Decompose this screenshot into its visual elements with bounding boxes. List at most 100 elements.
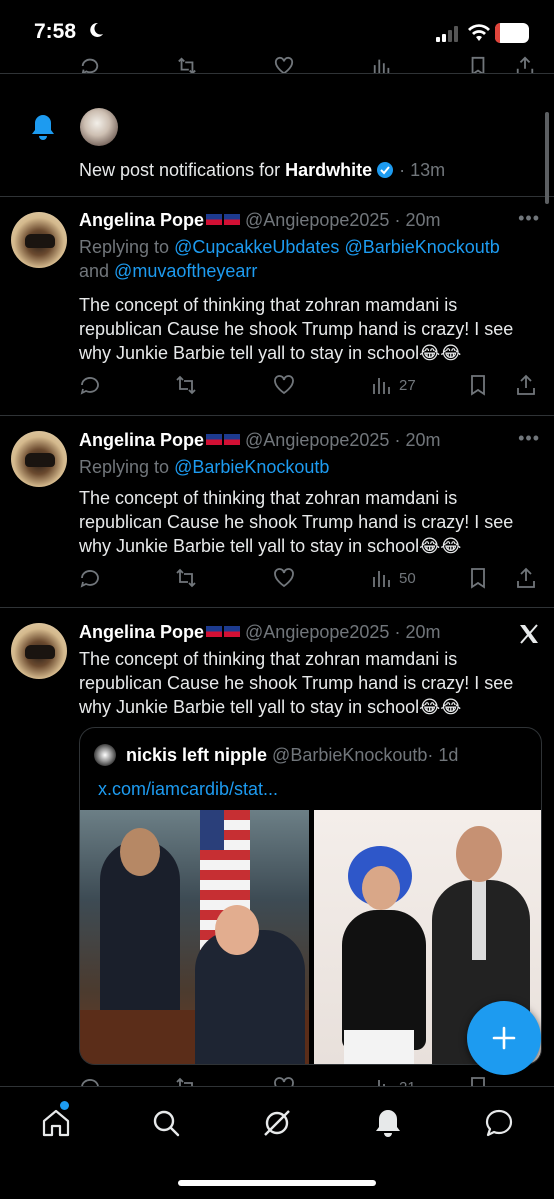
avatar[interactable] <box>11 212 67 268</box>
repost-icon <box>176 568 196 588</box>
photo-person-shirt <box>472 880 486 960</box>
flag-icon <box>206 626 223 637</box>
bell-icon <box>376 1110 400 1137</box>
reply-icon[interactable] <box>80 56 100 74</box>
share-icon[interactable] <box>515 56 535 74</box>
like-button[interactable] <box>273 1076 295 1086</box>
reply-button[interactable] <box>79 1076 101 1086</box>
repost-button[interactable] <box>175 1076 197 1086</box>
replying-to: Replying to @CupcakkeUbdates @BarbieKnoc… <box>79 235 539 283</box>
compose-post-button[interactable] <box>467 1001 541 1075</box>
notification-prefix: New post notifications for <box>79 160 286 180</box>
quote-link[interactable]: x.com/iamcardib/stat... <box>98 779 278 800</box>
reply-icon <box>81 1079 99 1086</box>
previous-tweet-actions <box>0 48 554 74</box>
replying-to: Replying to @BarbieKnockoutb <box>79 455 539 479</box>
tab-search[interactable] <box>150 1107 182 1139</box>
repost-button[interactable] <box>175 567 197 589</box>
photo-person-head <box>215 905 259 955</box>
mention-link[interactable]: @BarbieKnockoutb <box>174 457 329 477</box>
notification-avatar[interactable] <box>80 108 118 146</box>
photo-person <box>195 930 305 1064</box>
notification-account-name[interactable]: Hardwhite <box>285 160 372 180</box>
views-button[interactable]: 50 <box>371 567 416 589</box>
tweet-actions: 27 <box>79 374 539 398</box>
author-name[interactable]: Angelina Pope <box>79 430 204 450</box>
bookmark-icon <box>471 568 485 589</box>
more-options-icon[interactable]: ••• <box>518 428 540 449</box>
author-handle[interactable]: @Angiepope2025 <box>245 430 389 450</box>
views-count: 50 <box>399 569 416 587</box>
repost-icon[interactable] <box>176 56 198 74</box>
like-button[interactable] <box>273 374 295 396</box>
quote-author-name[interactable]: nickis left nipple <box>126 745 267 765</box>
share-button[interactable] <box>515 374 537 396</box>
tweet-header: Angelina Pope @Angiepope2025 · 20m <box>79 430 440 451</box>
like-button[interactable] <box>273 567 295 589</box>
quote-author-handle[interactable]: @BarbieKnockoutb <box>272 745 427 765</box>
tab-home[interactable] <box>40 1107 72 1139</box>
wifi-icon <box>468 24 490 41</box>
divider <box>0 607 554 608</box>
more-options-icon[interactable]: ••• <box>518 208 540 229</box>
flag-icon <box>224 214 241 225</box>
bell-icon <box>32 115 54 140</box>
avatar[interactable] <box>11 623 67 679</box>
tweet-actions: 50 <box>79 567 539 591</box>
like-icon <box>274 1077 294 1086</box>
tweet-header: Angelina Pope @Angiepope2025 · 20m <box>79 210 440 231</box>
notification-time: · 13m <box>399 160 446 180</box>
quote-photo-left[interactable] <box>80 810 309 1064</box>
battery-indicator: 16 <box>495 23 529 43</box>
share-icon <box>517 567 535 588</box>
share-button[interactable] <box>515 567 537 589</box>
plus-icon <box>492 1026 516 1050</box>
photo-person-head <box>362 866 400 910</box>
search-icon <box>153 1110 180 1137</box>
avatar[interactable] <box>11 431 67 487</box>
tab-notifications[interactable] <box>372 1107 404 1139</box>
reply-button[interactable] <box>79 567 101 589</box>
battery-fill <box>495 23 501 43</box>
author-name[interactable]: Angelina Pope <box>79 210 204 230</box>
flag-icon <box>206 214 223 225</box>
scrollbar[interactable] <box>545 112 549 204</box>
tab-messages[interactable] <box>483 1107 515 1139</box>
tweet-text: The concept of thinking that zohran mamd… <box>79 295 514 363</box>
mention-link[interactable]: @BarbieKnockoutb <box>344 237 499 257</box>
mention-link[interactable]: @muvaoftheyearr <box>114 261 257 281</box>
bookmark-icon[interactable] <box>468 56 488 74</box>
tweet-time: · 20m <box>394 430 441 450</box>
quote-avatar[interactable] <box>94 744 116 766</box>
home-indicator <box>178 1180 376 1186</box>
status-time: 7:58 <box>34 20 77 43</box>
tweet-time: · 20m <box>394 210 441 230</box>
author-handle[interactable]: @Angiepope2025 <box>245 210 389 230</box>
x-logo-icon[interactable] <box>518 623 540 645</box>
tweet-header: Angelina Pope @Angiepope2025 · 20m <box>79 622 440 643</box>
grok-icon <box>264 1110 290 1136</box>
like-icon[interactable] <box>273 56 295 74</box>
flag-icon <box>206 434 223 445</box>
views-button[interactable]: 21 <box>371 1076 416 1086</box>
notification-text[interactable]: New post notifications for Hardwhite · 1… <box>79 160 445 181</box>
author-name[interactable]: Angelina Pope <box>79 622 204 642</box>
quote-header: nickis left nipple @BarbieKnockoutb· 1d <box>126 745 458 766</box>
views-count: 27 <box>399 376 416 394</box>
bookmark-button[interactable] <box>467 1076 489 1086</box>
reply-button[interactable] <box>79 374 101 396</box>
divider <box>0 196 554 197</box>
home-notification-dot <box>60 1101 69 1110</box>
quoted-tweet[interactable]: nickis left nipple @BarbieKnockoutb· 1d … <box>79 727 542 1065</box>
views-button[interactable]: 27 <box>371 374 416 396</box>
views-count: 21 <box>399 1079 416 1087</box>
message-icon <box>485 1109 513 1137</box>
repost-button[interactable] <box>175 374 197 396</box>
tab-grok[interactable] <box>261 1107 293 1139</box>
photo-person-head <box>456 826 502 882</box>
author-handle[interactable]: @Angiepope2025 <box>245 622 389 642</box>
bookmark-button[interactable] <box>467 374 489 396</box>
bookmark-button[interactable] <box>467 567 489 589</box>
mention-link[interactable]: @CupcakkeUbdates <box>174 237 339 257</box>
views-icon[interactable] <box>372 56 392 74</box>
